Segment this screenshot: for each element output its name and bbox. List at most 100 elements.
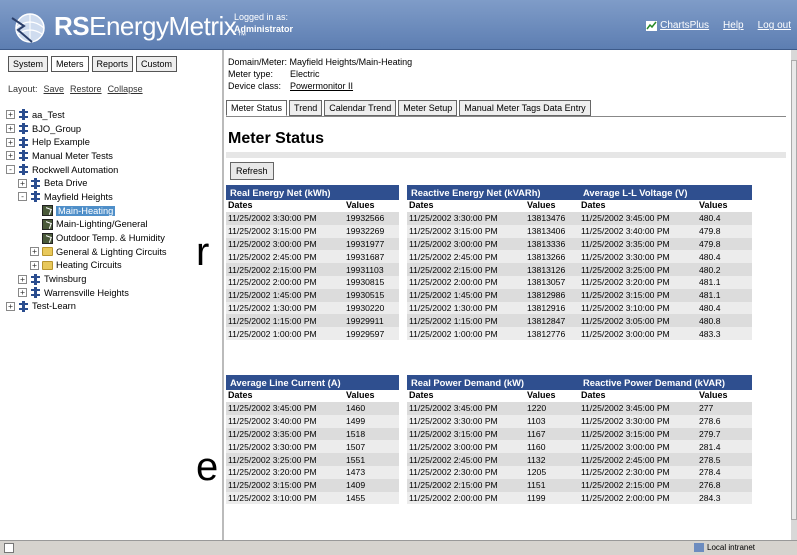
scrollbar-thumb[interactable] xyxy=(791,60,797,520)
refresh-button[interactable]: Refresh xyxy=(230,162,274,180)
brand-logo[interactable]: RSEnergyMetrix ™ xyxy=(8,6,246,46)
tree-node[interactable]: + Help Example xyxy=(6,135,220,149)
tree-node-label: Twinsburg xyxy=(44,274,87,285)
logout-link[interactable]: Log out xyxy=(758,20,791,31)
expand-icon[interactable]: + xyxy=(6,124,15,134)
tree-node[interactable]: - Mayfield Heights xyxy=(6,190,220,204)
date-cell: 11/25/2002 2:15:00 PM xyxy=(581,480,670,491)
help-link[interactable]: Help xyxy=(723,20,744,31)
layout-save-link[interactable]: Save xyxy=(44,84,65,94)
date-cell: 11/25/2002 1:45:00 PM xyxy=(228,290,317,301)
date-cell: 11/25/2002 2:30:00 PM xyxy=(581,467,670,478)
value-cell: 483.3 xyxy=(699,328,721,339)
expand-icon[interactable]: + xyxy=(30,260,39,270)
tab-trend[interactable]: Trend xyxy=(289,100,323,116)
chartsplus-link[interactable]: ChartsPlus xyxy=(646,20,709,31)
tab-meters[interactable]: Meters xyxy=(51,56,89,72)
expand-icon[interactable]: + xyxy=(6,110,15,120)
value-cell: 19931103 xyxy=(346,264,384,275)
table-row: 11/25/2002 3:30:00 PM 480.4 xyxy=(579,250,752,264)
zone-label: Local intranet xyxy=(707,543,756,552)
tab-system[interactable]: System xyxy=(8,56,49,72)
background-letter: r xyxy=(196,230,210,274)
value-cell: 13812776 xyxy=(527,328,566,339)
date-cell: 11/25/2002 3:15:00 PM xyxy=(581,290,670,301)
tab-calendar-trend[interactable]: Calendar Trend xyxy=(324,100,397,116)
column-header-dates: Dates xyxy=(581,200,606,210)
tree-node[interactable]: Main-Lighting/General xyxy=(6,218,220,232)
date-cell: 11/25/2002 3:45:00 PM xyxy=(228,403,317,414)
tree-node[interactable]: + Heating Circuits xyxy=(6,259,220,273)
collapse-icon[interactable]: - xyxy=(6,165,15,175)
table-column-headers: Dates Values xyxy=(579,390,752,402)
tree-node[interactable]: Outdoor Temp. & Humidity xyxy=(6,231,220,245)
tree-node[interactable]: - Rockwell Automation xyxy=(6,163,220,177)
expand-icon[interactable]: + xyxy=(6,137,15,147)
table-row: 11/25/2002 3:00:00 PM 1160 xyxy=(407,440,580,454)
table-row: 11/25/2002 1:00:00 PM 19929597 xyxy=(226,327,399,340)
expand-icon[interactable]: + xyxy=(6,301,15,311)
tree-node[interactable]: + Warrensville Heights xyxy=(6,286,220,300)
date-cell: 11/25/2002 2:00:00 PM xyxy=(581,492,670,503)
table-row: 11/25/2002 3:10:00 PM 1455 xyxy=(226,491,399,505)
value-cell: 480.8 xyxy=(699,315,721,326)
tree-node[interactable]: + BJO_Group xyxy=(6,122,220,136)
tree-node[interactable]: + Beta Drive xyxy=(6,176,220,190)
tree-node[interactable]: + Twinsburg xyxy=(6,272,220,286)
collapse-icon[interactable]: - xyxy=(18,192,27,202)
tab-custom[interactable]: Custom xyxy=(136,56,178,72)
date-cell: 11/25/2002 3:20:00 PM xyxy=(581,277,670,288)
tab-manual-meter-tags[interactable]: Manual Meter Tags Data Entry xyxy=(459,100,591,116)
date-cell: 11/25/2002 3:15:00 PM xyxy=(409,226,498,237)
table-row: 11/25/2002 1:45:00 PM 19930515 xyxy=(226,288,399,302)
column-header-dates: Dates xyxy=(409,200,434,210)
date-cell: 11/25/2002 3:10:00 PM xyxy=(228,492,317,503)
vertical-scrollbar[interactable] xyxy=(791,50,797,540)
date-cell: 11/25/2002 1:00:00 PM xyxy=(228,328,317,339)
tree-node[interactable]: + General & Lighting Circuits xyxy=(6,245,220,259)
date-cell: 11/25/2002 2:00:00 PM xyxy=(409,277,498,288)
table-body: 11/25/2002 3:30:00 PM 19932566 11/25/2002 … xyxy=(226,212,399,340)
meter-point-icon xyxy=(42,232,53,244)
date-cell: 11/25/2002 3:30:00 PM xyxy=(228,213,317,224)
date-cell: 11/25/2002 3:00:00 PM xyxy=(409,441,498,452)
tab-reports[interactable]: Reports xyxy=(91,56,134,72)
column-header-dates: Dates xyxy=(228,390,253,400)
layout-restore-link[interactable]: Restore xyxy=(70,84,102,94)
table-row: 11/25/2002 3:25:00 PM 1551 xyxy=(226,453,399,466)
table-row: 11/25/2002 3:45:00 PM 277 xyxy=(579,402,752,415)
table-body: 11/25/2002 3:45:00 PM 480.4 11/25/2002 3:4… xyxy=(579,212,752,340)
tree-node[interactable]: + aa_Test xyxy=(6,108,220,122)
layout-label: Layout: xyxy=(8,84,38,94)
date-cell: 11/25/2002 3:30:00 PM xyxy=(581,416,670,427)
tree-node[interactable]: Main-Heating xyxy=(6,204,220,218)
meter-tabs: Meter Status Trend Calendar Trend Meter … xyxy=(226,100,591,116)
data-table: Average Line Current (A) Dates Values 11/25… xyxy=(226,375,399,505)
table-row: 11/25/2002 3:15:00 PM 13813406 xyxy=(407,224,580,238)
expand-icon[interactable]: + xyxy=(18,178,27,188)
table-row: 11/25/2002 2:45:00 PM 19931687 xyxy=(226,250,399,264)
meter-info: Domain/Meter: Mayfield Heights/Main-Heat… xyxy=(228,56,412,92)
tab-meter-status[interactable]: Meter Status xyxy=(226,100,288,116)
tab-meter-setup[interactable]: Meter Setup xyxy=(398,100,458,116)
tree-node[interactable]: + Manual Meter Tests xyxy=(6,149,220,163)
layout-collapse-link[interactable]: Collapse xyxy=(108,84,143,94)
table-row: 11/25/2002 2:30:00 PM 278.4 xyxy=(579,465,752,479)
expand-icon[interactable]: + xyxy=(18,274,27,284)
tree-node[interactable]: + Test-Learn xyxy=(6,300,220,314)
date-cell: 11/25/2002 3:00:00 PM xyxy=(581,328,670,339)
device-class-link[interactable]: Powermonitor II xyxy=(290,81,353,91)
value-cell: 19932566 xyxy=(346,213,385,224)
expand-icon[interactable]: + xyxy=(30,247,39,257)
expand-icon[interactable]: + xyxy=(6,151,15,161)
date-cell: 11/25/2002 3:45:00 PM xyxy=(581,213,670,224)
table-row: 11/25/2002 2:15:00 PM 1151 xyxy=(407,478,580,492)
tab-divider xyxy=(226,116,786,117)
column-header-dates: Dates xyxy=(409,390,434,400)
expand-icon[interactable]: + xyxy=(18,288,27,298)
domain-meter-row: Domain/Meter: Mayfield Heights/Main-Heat… xyxy=(228,57,413,67)
value-cell: 1160 xyxy=(527,441,546,452)
value-cell: 278.4 xyxy=(699,467,721,478)
date-cell: 11/25/2002 2:45:00 PM xyxy=(228,251,317,262)
table-row: 11/25/2002 3:15:00 PM 279.7 xyxy=(579,427,752,441)
